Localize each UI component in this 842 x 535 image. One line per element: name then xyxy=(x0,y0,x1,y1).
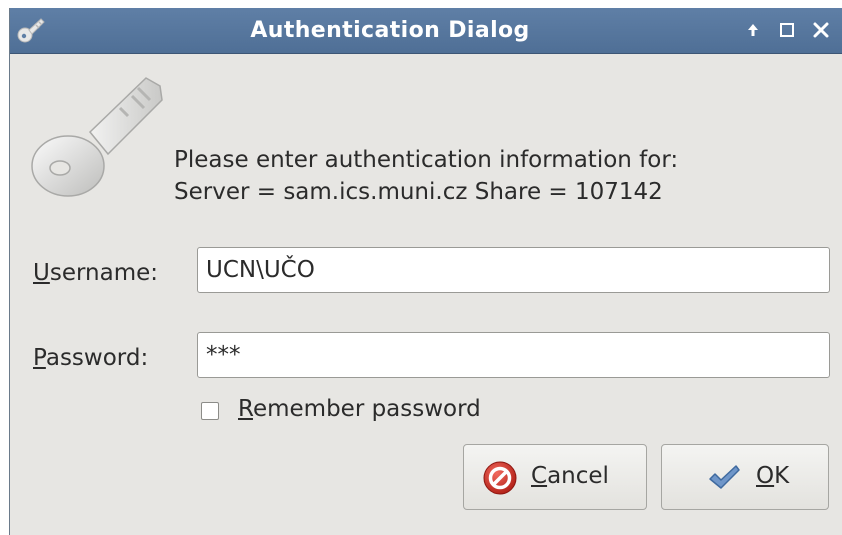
window-title: Authentication Dialog xyxy=(250,18,530,43)
ok-label-text: K xyxy=(774,463,790,489)
message-line-1: Please enter authentication information … xyxy=(174,147,679,173)
remember-mnemonic: R xyxy=(238,396,253,422)
username-label-text: sername: xyxy=(49,260,159,286)
username-input[interactable]: UCN\UČO xyxy=(197,247,830,293)
titlebar[interactable]: Authentication Dialog xyxy=(10,8,842,54)
password-mnemonic: P xyxy=(33,345,46,371)
cancel-mnemonic: C xyxy=(531,463,548,489)
password-label: Password: xyxy=(33,345,148,371)
maximize-icon[interactable] xyxy=(777,20,797,40)
cancel-button-label: Cancel xyxy=(531,463,609,489)
cancel-icon xyxy=(483,461,517,495)
message-line-2: Server = sam.ics.muni.cz Share = 107142 xyxy=(174,179,663,205)
username-label: Username: xyxy=(33,260,158,286)
up-arrow-icon[interactable] xyxy=(743,20,763,40)
cancel-button[interactable]: Cancel xyxy=(463,444,647,510)
cancel-label-text: ancel xyxy=(547,463,609,489)
password-input[interactable]: *** xyxy=(197,332,830,378)
authentication-dialog: Authentication Dialog Please enter authe… xyxy=(9,8,842,535)
username-mnemonic: U xyxy=(33,260,50,286)
auth-message: Please enter authentication information … xyxy=(174,144,678,208)
ok-mnemonic: O xyxy=(756,463,775,489)
ok-button-label: OK xyxy=(756,463,789,489)
remember-password-checkbox[interactable] xyxy=(201,402,219,420)
password-label-text: assword: xyxy=(45,345,149,371)
close-icon[interactable] xyxy=(811,20,831,40)
key-icon xyxy=(31,77,163,197)
ok-button[interactable]: OK xyxy=(661,444,829,510)
remember-password-label[interactable]: Remember password xyxy=(238,396,481,422)
remember-label-text: emember password xyxy=(252,396,481,422)
checkmark-icon xyxy=(709,465,740,489)
